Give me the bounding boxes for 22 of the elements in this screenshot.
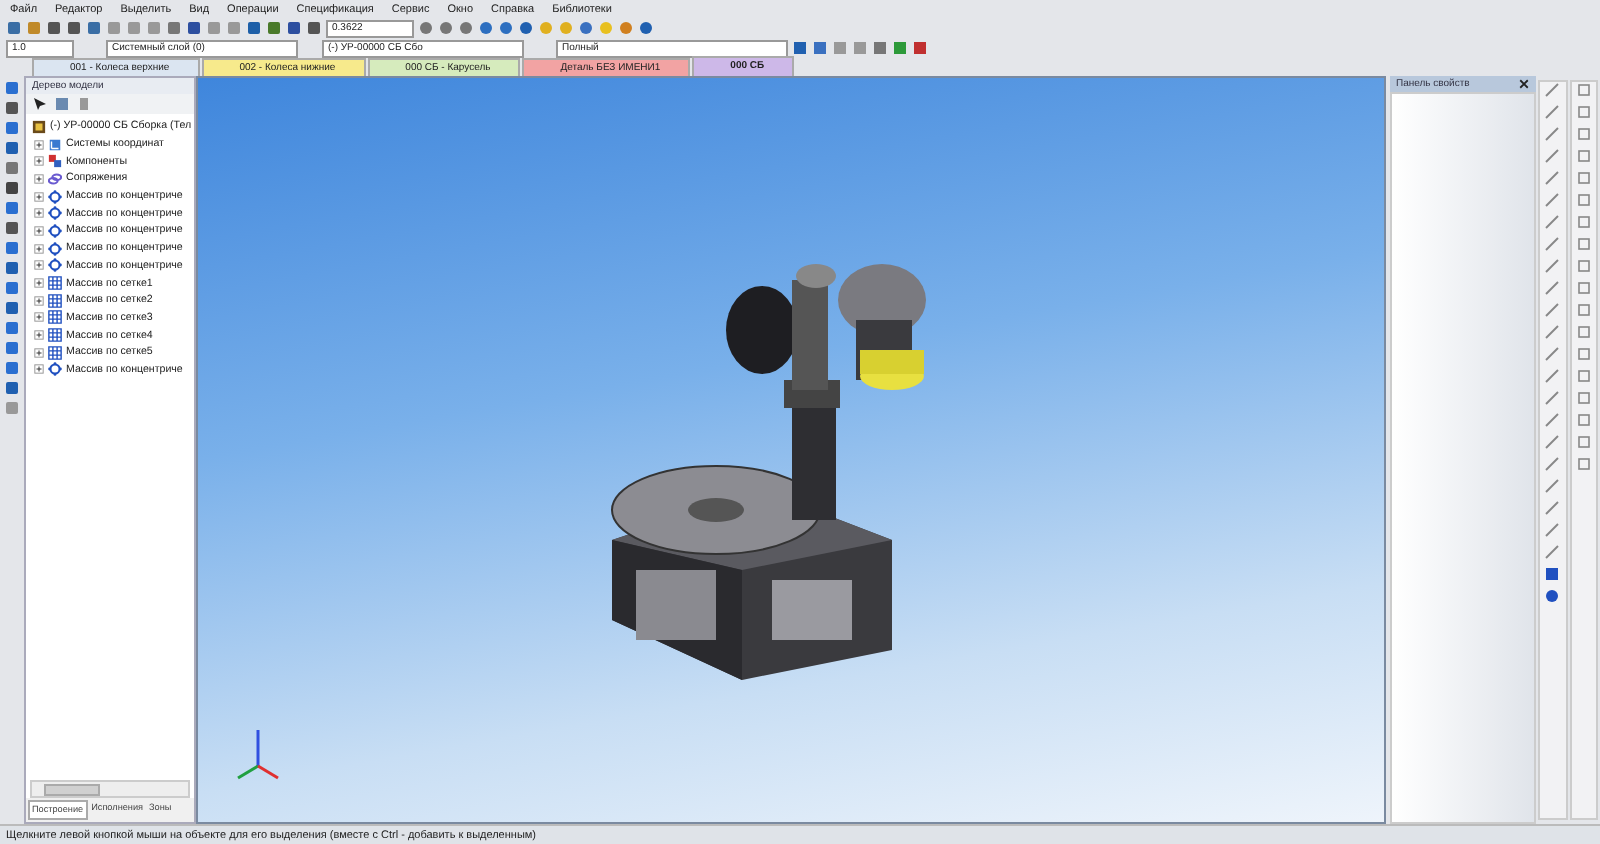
expand-icon[interactable] bbox=[34, 139, 44, 150]
expand-icon[interactable] bbox=[34, 191, 44, 202]
expand-icon[interactable] bbox=[34, 260, 44, 271]
expand-icon[interactable] bbox=[34, 225, 44, 236]
expand-icon[interactable] bbox=[34, 208, 44, 219]
expand-icon[interactable] bbox=[34, 173, 44, 184]
expand-icon[interactable] bbox=[34, 243, 44, 254]
expand-icon[interactable] bbox=[34, 312, 44, 323]
expand-icon[interactable] bbox=[34, 278, 44, 289]
close-icon[interactable] bbox=[1518, 78, 1530, 90]
expand-icon[interactable] bbox=[34, 156, 44, 167]
expand-icon[interactable] bbox=[34, 347, 44, 358]
expand-icon[interactable] bbox=[34, 364, 44, 375]
chain-link-icon bbox=[48, 171, 62, 186]
coordinate-systems-icon bbox=[48, 137, 62, 152]
expand-icon[interactable] bbox=[34, 330, 44, 341]
scrollbar[interactable] bbox=[30, 780, 190, 798]
expand-icon[interactable] bbox=[34, 295, 44, 306]
assembly-icon bbox=[32, 119, 46, 134]
3d-viewport[interactable] bbox=[196, 76, 1386, 824]
components-icon bbox=[48, 154, 62, 169]
circular-pattern-icon bbox=[48, 362, 62, 377]
